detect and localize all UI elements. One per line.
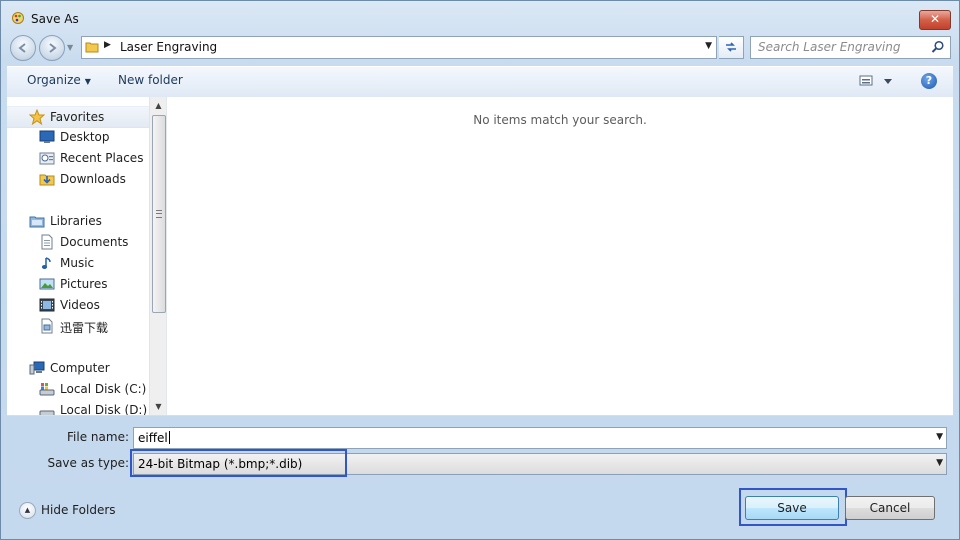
file-name-value: eiffel [138,431,168,445]
scrollbar-thumb[interactable] [152,115,166,313]
file-name-input[interactable]: eiffel ▼ [133,427,947,449]
sidebar-item-label: Pictures [60,277,108,291]
navigation-pane-scrollbar[interactable]: ▲ ▼ [149,97,167,415]
libraries-icon [29,216,45,228]
cancel-button[interactable]: Cancel [845,496,935,520]
chevron-down-icon: ▼ [84,77,91,86]
sidebar-item-pictures[interactable]: Pictures [7,274,155,294]
address-history-dropdown[interactable]: ▼ [705,41,712,51]
close-button[interactable]: ✕ [919,10,951,30]
window-title: Save As [31,12,79,26]
search-icon[interactable] [931,40,945,54]
help-icon[interactable]: ? [921,73,937,89]
videos-icon [39,298,55,312]
navigation-pane: Favorites Desktop Recent Places Download… [7,97,155,415]
dialog-footer: ▲ Hide Folders Save Cancel [1,487,959,539]
sidebar-item-label: Videos [60,298,100,312]
sidebar-item-label: Local Disk (D:) [60,403,148,415]
refresh-button[interactable] [719,36,744,59]
back-arrow-icon [18,43,26,53]
scroll-up-icon[interactable]: ▲ [150,97,167,114]
save-type-highlight [130,449,347,477]
sidebar-item-label: Documents [60,235,129,249]
sidebar-item-computer[interactable]: Computer [7,358,155,378]
save-as-dialog: Save As ✕ ▼ ▶ Laser Engraving ▼ Search L… [0,0,960,540]
title-bar: Save As ✕ [1,1,959,35]
empty-results-message: No items match your search. [473,113,647,127]
sidebar-item-favorites[interactable]: Favorites [7,106,155,128]
command-bar: Organize ▼ New folder ? [7,66,953,98]
text-cursor [168,431,170,444]
sidebar-item-local-disk-c[interactable]: Local Disk (C:) [7,379,155,399]
sidebar-item-label: Recent Places [60,151,144,165]
close-icon: ✕ [929,12,941,26]
chevron-up-icon: ▲ [19,502,36,519]
sidebar-item-label: Favorites [50,110,105,124]
drive-icon [39,383,55,396]
address-bar[interactable]: ▶ Laser Engraving ▼ [81,36,717,59]
sidebar-item-label: Computer [50,361,110,375]
breadcrumb-arrow-icon[interactable]: ▶ [104,40,111,50]
computer-icon [29,361,45,375]
sidebar-item-label: Downloads [60,172,126,186]
sidebar-item-documents[interactable]: Documents [7,232,155,252]
sidebar-item-libraries[interactable]: Libraries [7,211,155,231]
chevron-down-icon[interactable]: ▼ [936,458,943,468]
file-name-history-dropdown[interactable]: ▼ [936,432,943,442]
desktop-icon [39,130,55,143]
new-folder-button[interactable]: New folder [118,73,183,87]
save-button[interactable]: Save [745,496,839,520]
sidebar-item-label: Desktop [60,130,110,144]
sidebar-item-label: Local Disk (C:) [60,382,147,396]
search-placeholder: Search Laser Engraving [758,40,901,54]
paint-app-icon [12,12,24,24]
hide-folders-label: Hide Folders [41,503,116,517]
folder-icon [85,42,99,53]
forward-arrow-icon [49,43,57,53]
organize-button[interactable]: Organize ▼ [27,73,91,87]
star-icon [29,109,45,125]
back-button[interactable] [10,35,36,61]
sidebar-item-local-disk-d[interactable]: Local Disk (D:) [7,400,155,415]
organize-label: Organize [27,73,81,87]
file-browser: Favorites Desktop Recent Places Download… [7,97,953,416]
refresh-icon [726,42,736,52]
grip-icon [156,210,162,218]
breadcrumb-current[interactable]: Laser Engraving [120,40,217,54]
sidebar-item-label: Music [60,256,95,270]
music-icon [41,257,51,269]
change-view-button[interactable] [859,73,895,92]
recent-pages-dropdown[interactable]: ▼ [67,43,75,52]
view-options-icon [859,75,892,86]
downloads-icon [39,174,55,186]
sidebar-item-xunlei-downloads[interactable]: 迅雷下载 [7,316,155,336]
file-name-label: File name: [67,430,129,444]
sidebar-item-downloads[interactable]: Downloads [7,169,155,189]
folder-icon [41,318,53,334]
sidebar-item-desktop[interactable]: Desktop [7,127,155,147]
sidebar-item-label: Libraries [50,214,102,228]
scroll-down-icon[interactable]: ▼ [150,398,167,415]
pane-splitter[interactable] [166,97,167,415]
recent-places-icon [39,152,55,165]
sidebar-item-music[interactable]: Music [7,253,155,273]
save-fields: File name: eiffel ▼ Save as type: 24-bit… [1,416,959,486]
drive-icon [39,410,55,415]
sidebar-item-recent-places[interactable]: Recent Places [7,148,155,168]
forward-button[interactable] [39,35,65,61]
sidebar-item-videos[interactable]: Videos [7,295,155,315]
navigation-bar: ▼ ▶ Laser Engraving ▼ Search Laser Engra… [1,35,959,61]
search-input[interactable]: Search Laser Engraving [750,36,951,59]
save-type-label: Save as type: [47,456,129,470]
pictures-icon [39,278,55,290]
sidebar-item-label: 迅雷下载 [60,321,109,335]
documents-icon [41,234,53,250]
